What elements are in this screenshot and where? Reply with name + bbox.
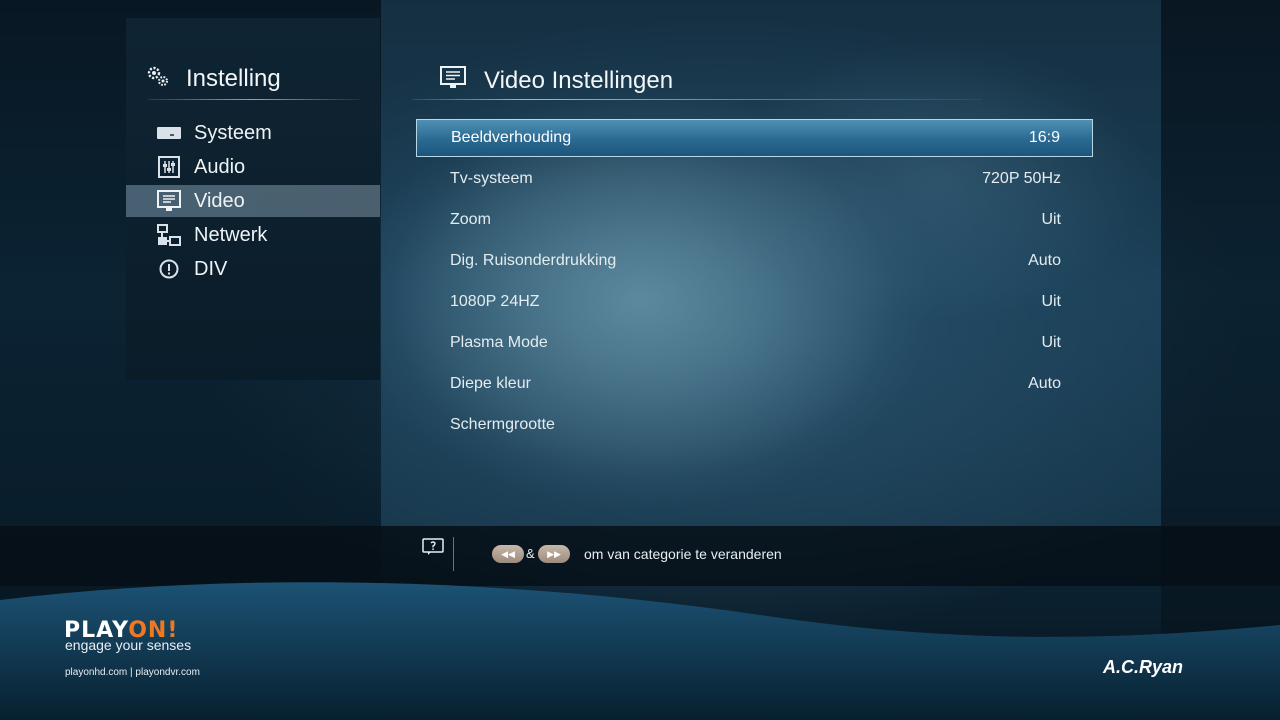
sidebar-title: Instelling <box>186 64 281 92</box>
sidebar-divider <box>148 99 360 100</box>
sidebar-item-div[interactable]: DIV <box>126 253 380 285</box>
network-icon <box>156 224 182 246</box>
setting-value: Auto <box>1028 375 1061 392</box>
settings-sidebar: Instelling Systeem Audio Video Netwerk D… <box>126 18 380 380</box>
setting-row-tv-systeem[interactable]: Tv-systeem 720P 50Hz <box>416 160 1093 198</box>
info-icon <box>156 258 182 280</box>
setting-label: Zoom <box>450 211 491 228</box>
help-icon <box>422 538 444 561</box>
panel-header: Video Instellingen <box>440 66 673 95</box>
setting-label: Diepe kleur <box>450 375 531 392</box>
setting-label: Schermgrootte <box>450 416 555 433</box>
setting-label: 1080P 24HZ <box>450 293 540 310</box>
setting-row-zoom[interactable]: Zoom Uit <box>416 201 1093 239</box>
setting-value: Uit <box>1041 211 1061 228</box>
video-icon <box>156 190 182 212</box>
sidebar-item-video[interactable]: Video <box>126 185 380 217</box>
settings-gear-icon <box>146 64 170 93</box>
video-icon <box>440 66 466 95</box>
setting-row-plasma-mode[interactable]: Plasma Mode Uit <box>416 324 1093 362</box>
sidebar-item-label: Audio <box>194 155 246 178</box>
help-amp: & <box>526 546 535 561</box>
fast-forward-button-icon: ▶▶ <box>538 545 570 563</box>
sidebar-item-label: Systeem <box>194 121 272 144</box>
sidebar-item-audio[interactable]: Audio <box>126 151 380 183</box>
rewind-button-icon: ◀◀ <box>492 545 524 563</box>
footer-wave <box>0 582 1280 720</box>
setting-label: Plasma Mode <box>450 334 548 351</box>
logo-tagline: engage your senses <box>65 637 192 653</box>
setting-row-ruisonderdrukking[interactable]: Dig. Ruisonderdrukking Auto <box>416 242 1093 280</box>
setting-value: 720P 50Hz <box>982 170 1061 187</box>
sidebar-header: Instelling <box>146 64 281 93</box>
sidebar-item-netwerk[interactable]: Netwerk <box>126 219 380 251</box>
sidebar-item-systeem[interactable]: Systeem <box>126 117 380 149</box>
sidebar-item-label: Netwerk <box>194 223 268 246</box>
acryan-logo: A.C.Ryan <box>1103 657 1184 677</box>
setting-row-schermgrootte[interactable]: Schermgrootte <box>416 406 1093 444</box>
setting-value: Auto <box>1028 252 1061 269</box>
help-divider <box>453 537 454 571</box>
help-text: om van categorie te veranderen <box>584 546 782 562</box>
setting-label: Tv-systeem <box>450 170 533 187</box>
setting-label: Dig. Ruisonderdrukking <box>450 252 617 269</box>
setting-label: Beeldverhouding <box>451 129 572 146</box>
setting-value: Uit <box>1041 293 1061 310</box>
sidebar-item-label: DIV <box>194 257 228 280</box>
setting-value: 16:9 <box>1028 129 1060 146</box>
audio-icon <box>156 156 182 178</box>
footer-urls: playonhd.com | playondvr.com <box>65 667 200 678</box>
sidebar-item-label: Video <box>194 189 245 212</box>
panel-divider <box>412 99 982 100</box>
page-title: Video Instellingen <box>484 66 674 94</box>
setting-row-1080p-24hz[interactable]: 1080P 24HZ Uit <box>416 283 1093 321</box>
setting-row-beeldverhouding[interactable]: Beeldverhouding 16:9 <box>416 119 1093 157</box>
setting-value: Uit <box>1041 334 1061 351</box>
system-icon <box>156 122 182 144</box>
setting-row-diepe-kleur[interactable]: Diepe kleur Auto <box>416 365 1093 403</box>
